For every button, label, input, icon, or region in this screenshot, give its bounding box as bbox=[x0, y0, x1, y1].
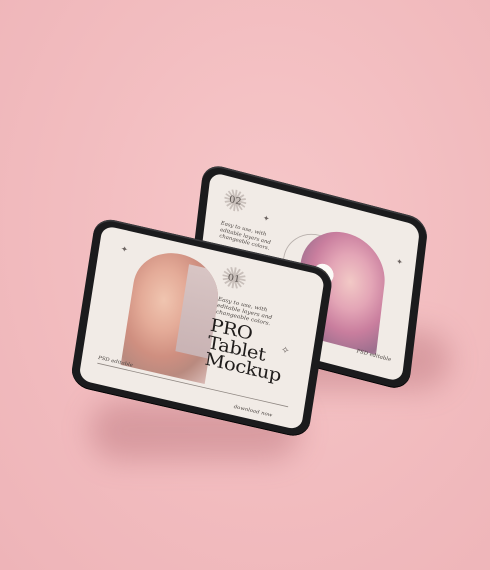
sparkle-icon: ✦ bbox=[262, 214, 270, 225]
mockup-scene: ✺ 02 ✦ Easy to use, with editable layers… bbox=[0, 0, 490, 570]
sparkle-icon: ✦ bbox=[120, 244, 129, 256]
front-footer-right: download now bbox=[233, 403, 273, 419]
sparkle-icon: ✧ bbox=[279, 343, 291, 357]
sparkle-icon: ✦ bbox=[395, 257, 404, 268]
